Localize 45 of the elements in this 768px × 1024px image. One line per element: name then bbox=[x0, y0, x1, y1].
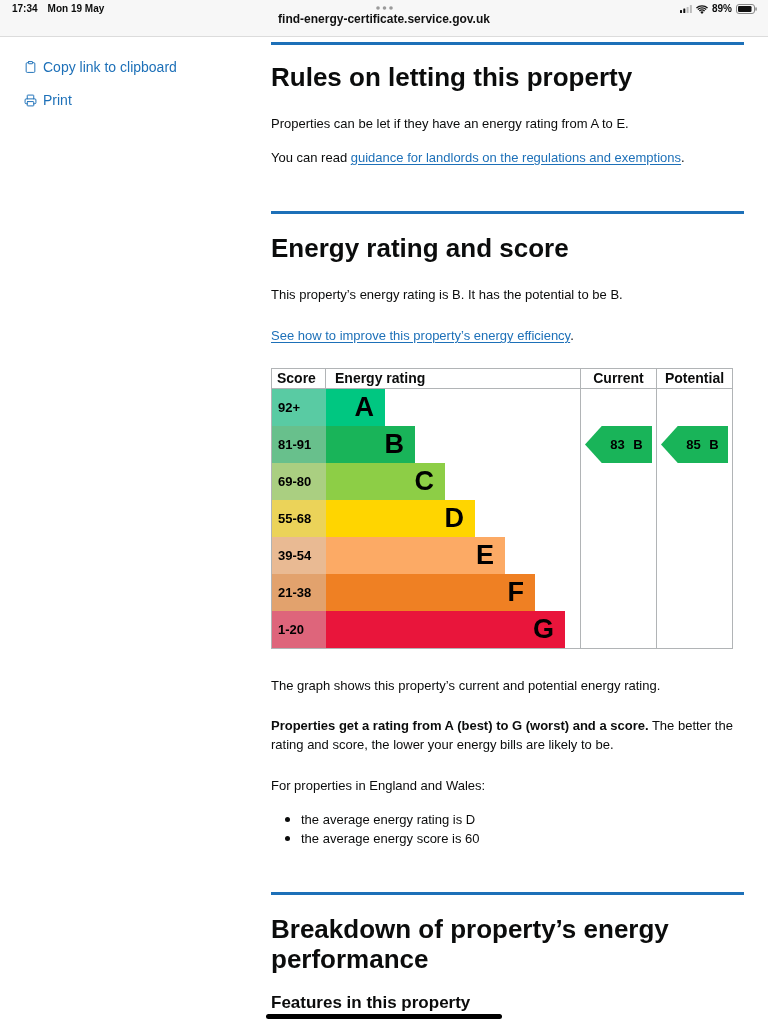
score-cell: 55-68 bbox=[272, 500, 326, 537]
rating-bar: C bbox=[326, 463, 445, 500]
signal-icon bbox=[680, 5, 692, 13]
rating-bar: G bbox=[326, 611, 565, 648]
rating-bar: E bbox=[326, 537, 505, 574]
clipboard-icon bbox=[24, 60, 37, 74]
sidebar-link[interactable]: Print bbox=[24, 90, 72, 110]
score-cell: 81-91 bbox=[272, 426, 326, 463]
rating-bar: A bbox=[326, 389, 385, 426]
printer-icon bbox=[24, 93, 37, 107]
wifi-icon bbox=[696, 4, 708, 14]
section-heading: Rules on letting this property bbox=[271, 61, 634, 94]
section-heading: Breakdown of property’s energy performance bbox=[271, 914, 670, 974]
rating-note-text: Properties get a rating from A (best) to G (worst) and a score. The better the rating and score, the lower your energy bills are likely to be. bbox=[271, 717, 733, 754]
status-time: 17:34 bbox=[12, 3, 38, 15]
letting-rule-text: Properties can be let if they have an energy rating from A to E. bbox=[271, 115, 629, 133]
bullet-icon bbox=[285, 817, 290, 822]
graph-caption: The graph shows this property’s current and potential energy rating. bbox=[271, 677, 661, 695]
more-dots-icon bbox=[375, 6, 393, 10]
subsection-heading: Features in this property bbox=[271, 994, 471, 1011]
sidebar-link[interactable]: Copy link to clipboard bbox=[24, 57, 177, 77]
score-cell: 39-54 bbox=[272, 537, 326, 574]
score-cell: 92+ bbox=[272, 389, 326, 426]
average-item: the average energy rating is D bbox=[301, 811, 476, 829]
column-header: Current bbox=[580, 369, 656, 388]
rating-summary-text: This property’s energy rating is B. It has the potential to be B. bbox=[271, 286, 623, 304]
rating-bar: F bbox=[326, 574, 535, 611]
score-cell: 21-38 bbox=[272, 574, 326, 611]
status-date: Mon 19 May bbox=[47, 3, 105, 15]
column-header: Energy rating bbox=[334, 369, 427, 388]
rating-bar: D bbox=[326, 500, 475, 537]
battery-percentage: 89% bbox=[712, 3, 732, 15]
score-cell: 69-80 bbox=[272, 463, 326, 500]
column-header: Potential bbox=[656, 369, 732, 388]
score-cell: 1-20 bbox=[272, 611, 326, 648]
average-item: the average energy score is 60 bbox=[301, 830, 480, 848]
section-heading: Energy rating and score bbox=[271, 232, 570, 265]
address-bar-url[interactable]: find-energy-certificate.service.gov.uk bbox=[278, 12, 490, 27]
battery-icon bbox=[736, 4, 757, 14]
bullet-icon bbox=[285, 836, 290, 841]
guidance-text: You can read guidance for landlords on the regulations and exemptions. bbox=[271, 149, 685, 167]
averages-intro: For properties in England and Wales: bbox=[271, 777, 486, 795]
improve-text: See how to improve this property’s energy efficiency. bbox=[271, 327, 574, 345]
column-header: Score bbox=[272, 369, 326, 388]
rating-bar: B bbox=[326, 426, 415, 463]
